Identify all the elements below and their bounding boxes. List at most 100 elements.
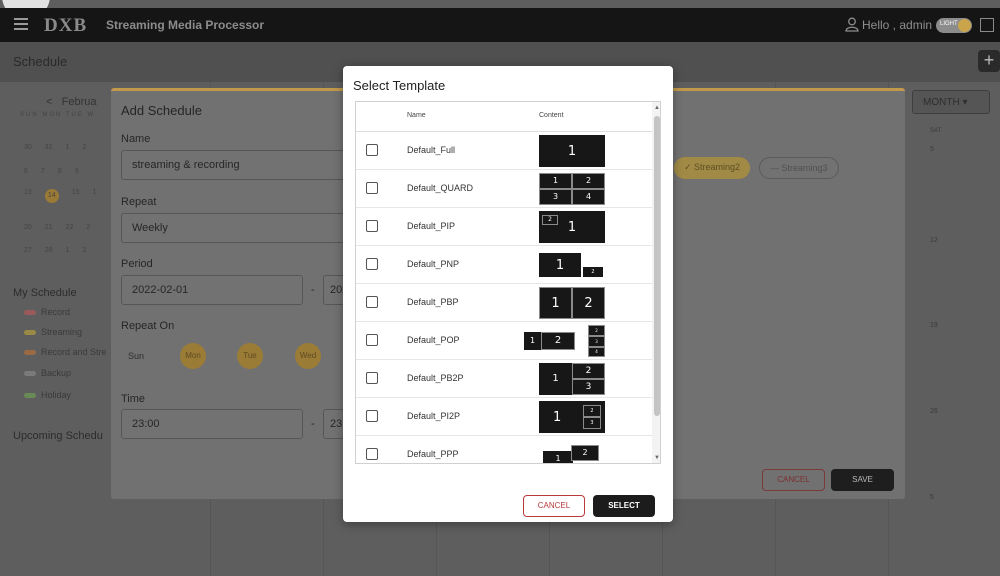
template-row[interactable]: Default_PB2P 1 2 3 [356,360,652,398]
streaming3-chip[interactable]: — Streaming3 [759,157,839,179]
save-button[interactable]: SAVE [831,469,894,491]
scroll-up-icon[interactable]: ▲ [654,105,660,111]
legend-streaming[interactable]: Streaming [24,327,82,337]
period-start-input[interactable]: 2022-02-01 [121,275,303,305]
day-wed-chip[interactable]: Wed [295,343,321,369]
template-row[interactable]: Default_POP 1 2 2 3 4 [356,322,652,360]
cancel-button[interactable]: CANCEL [762,469,825,491]
theme-toggle-label: LIGHT [940,21,958,27]
legend-record-and-streaming[interactable]: Record and Stre [24,347,107,357]
layout-cell: 2 [583,405,601,417]
add-schedule-button[interactable]: + [978,50,1000,72]
template-checkbox[interactable] [366,182,378,194]
template-row[interactable]: Default_PNP 1 2 [356,246,652,284]
template-name: Default_PB2P [407,373,464,383]
template-row[interactable]: Default_PI2P 1 2 3 [356,398,652,436]
template-checkbox[interactable] [366,334,378,346]
layout-cell: 1 [524,332,541,350]
range-separator: - [311,418,315,430]
template-checkbox[interactable] [366,296,378,308]
template-row[interactable]: Default_QUARD 1 2 3 4 [356,170,652,208]
layout-pbp-icon: 1 2 [539,287,605,319]
calendar-week: 27 28 1 2 [24,247,86,254]
template-row[interactable]: Default_PBP 1 2 [356,284,652,322]
calendar-day[interactable]: 9 [75,168,79,175]
calendar-week: 6 7 8 9 [24,168,79,175]
calendar-day[interactable]: 1 [93,189,97,203]
template-row[interactable]: Default_PIP 1 2 [356,208,652,246]
calendar-day[interactable]: 30 [24,144,32,151]
layout-cell: 2 [572,363,605,379]
layout-cell: 3 [572,379,605,395]
time-end-input[interactable]: 23: [323,409,345,439]
period-end-input[interactable]: 202 [323,275,348,305]
day-sun[interactable]: Sun [128,351,144,361]
calendar-day[interactable]: 28 [45,247,53,254]
app-title: Streaming Media Processor [106,18,265,32]
calendar-day[interactable]: 1 [66,144,70,151]
calendar-day[interactable]: 6 [24,168,28,175]
calendar-day[interactable]: 2 [86,224,90,231]
toggle-knob [958,19,971,32]
calendar-day[interactable]: 8 [58,168,62,175]
calendar-day[interactable]: 27 [24,247,32,254]
legend-swatch [24,349,36,355]
calendar-day[interactable]: 22 [66,224,74,231]
repeat-select[interactable]: Weekly [121,213,345,243]
template-checkbox[interactable] [366,258,378,270]
scrollbar-thumb[interactable] [654,116,660,416]
time-start-input[interactable]: 23:00 [121,409,303,439]
table-header: Name Content [356,102,652,132]
calendar-cell-day[interactable]: 5 [930,494,934,501]
day-tue-chip[interactable]: Tue [237,343,263,369]
legend-backup[interactable]: Backup [24,368,71,378]
scrollbar[interactable]: ▲ ▼ [652,102,660,463]
template-checkbox[interactable] [366,144,378,156]
calendar-week: 20 21 22 2 [24,224,90,231]
name-input[interactable]: streaming & recording [121,150,345,180]
template-checkbox[interactable] [366,220,378,232]
calendar-cell-day[interactable]: 19 [930,322,938,329]
modal-cancel-button[interactable]: CANCEL [523,495,585,517]
calendar-cell-day[interactable]: 12 [930,237,938,244]
layout-cell: 2 [542,215,558,225]
calendar-day[interactable]: 21 [45,224,53,231]
chevron-left-icon[interactable]: < [46,96,52,108]
layout-cell: 4 [588,347,605,357]
calendar-cell-day[interactable]: 26 [930,408,938,415]
menu-icon[interactable] [14,18,28,30]
calendar-day[interactable]: 1 [66,247,70,254]
template-checkbox[interactable] [366,448,378,460]
template-table: Name Content Default_Full 1 Default_QUAR… [355,101,661,464]
legend-record[interactable]: Record [24,307,70,317]
calendar-day[interactable]: 2 [83,247,87,254]
template-checkbox[interactable] [366,410,378,422]
calendar-day[interactable]: 15 [72,189,80,203]
scroll-down-icon[interactable]: ▼ [654,455,660,461]
template-row[interactable]: Default_Full 1 [356,132,652,170]
legend-swatch [24,309,36,315]
calendar-day[interactable]: 7 [41,168,45,175]
layout-pb2p-icon: 1 2 3 [539,363,605,395]
template-row[interactable]: Default_PPP 1 2 [356,436,652,463]
template-checkbox[interactable] [366,372,378,384]
calendar-day-today[interactable]: 14 [44,189,59,203]
view-select-value: MONTH [923,97,960,108]
view-select[interactable]: MONTH ▾ [912,90,990,114]
user-icon [845,17,859,32]
day-mon-chip[interactable]: Mon [180,343,206,369]
layout-pi2p-icon: 1 2 3 [539,401,605,433]
layout-cell: 1 [539,173,572,189]
calendar-cell-day[interactable]: 5 [930,146,934,153]
streaming2-chip[interactable]: ✓ Streaming2 [674,157,751,179]
range-separator: - [311,284,315,296]
legend-holiday[interactable]: Holiday [24,390,71,400]
fullscreen-icon[interactable] [980,18,994,32]
theme-toggle[interactable]: LIGHT [936,18,972,33]
calendar-day[interactable]: 20 [24,224,32,231]
calendar-day[interactable]: 31 [45,144,53,151]
modal-select-button[interactable]: SELECT [593,495,655,517]
layout-cell: 1 [539,363,572,395]
calendar-day[interactable]: 13 [24,189,32,203]
calendar-day[interactable]: 2 [83,144,87,151]
